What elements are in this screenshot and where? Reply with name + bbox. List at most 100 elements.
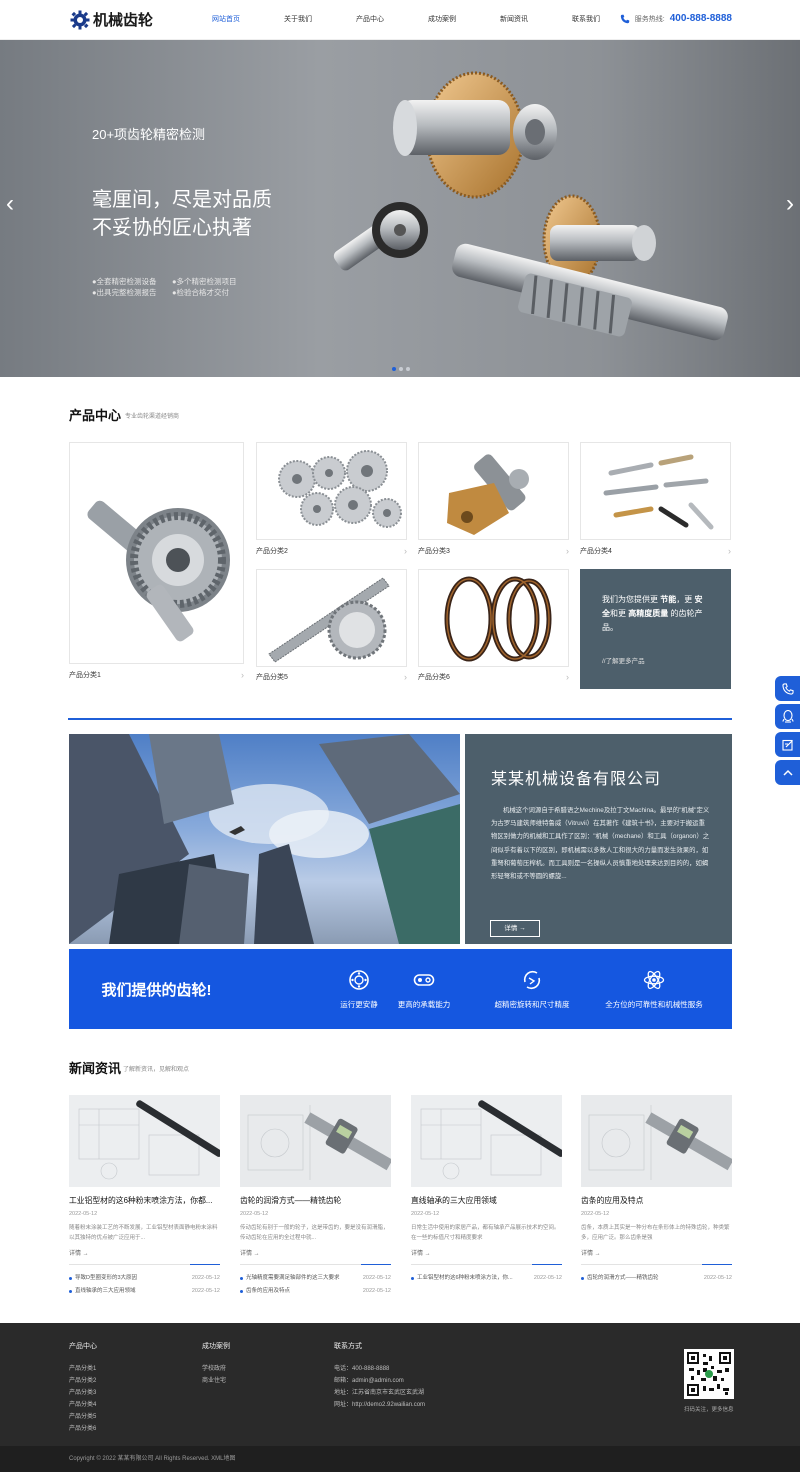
chevron-right-icon: ›	[241, 670, 244, 680]
news-image	[411, 1095, 562, 1187]
news-more-link[interactable]: 详情 →	[581, 1248, 732, 1265]
banner-feature: ●出具完整检测报告	[92, 288, 157, 297]
phone-icon	[620, 14, 629, 23]
logo[interactable]: 机械齿轮	[70, 9, 153, 30]
news-card-2[interactable]: 齿轮的润滑方式——精铣齿轮 2022-05-12 传动齿轮有别于一般的轮子，这是…	[240, 1095, 391, 1298]
product-card-2[interactable]	[256, 442, 407, 540]
news-summary: 齿条，本质上其实是一种分布在条形体上的特殊齿轮，种类繁多，应用广泛。那么齿条是强	[581, 1225, 730, 1241]
news-more-link[interactable]: 详情 →	[240, 1248, 391, 1265]
news-title-text[interactable]: 工业铝型材的这6种粉末喷涂方法，你都...	[69, 1195, 220, 1206]
product-image	[603, 454, 714, 530]
news-list-item[interactable]: 光轴精度需要满足轴部件的这三大要求 2022-05-12	[240, 1272, 391, 1285]
products-title: 产品中心	[69, 408, 122, 423]
product-promo-box: 我们为您提供更 节能，更 安全和更 高精度质量 的齿轮产品。 //了解更多产品	[580, 569, 731, 689]
news-title-text[interactable]: 直线轴承的三大应用领域	[411, 1195, 562, 1206]
features-title: 我们提供的齿轮!	[101, 981, 212, 999]
product-caption-4[interactable]: 产品分类4 ›	[580, 546, 731, 556]
copyright: Copyright © 2022 某某有限公司 All Rights Reser…	[0, 1446, 800, 1472]
nav-item-home[interactable]: 网站首页	[190, 0, 262, 40]
chevron-right-icon: ›	[404, 546, 407, 556]
footer-link[interactable]: 产品分类3	[69, 1387, 97, 1399]
feature-label: 全方位的可靠性和机械性服务	[605, 999, 703, 1009]
news-list-item[interactable]: 导致D型圈变形的3大原因 2022-05-12	[69, 1272, 220, 1285]
banner-next-arrow[interactable]: ›	[786, 190, 794, 218]
news-summary: 随着粉末涂装工艺的不断发展，工业铝型材表面静电粉末涂料以其独特的优点被广泛应用于…	[69, 1225, 218, 1241]
news-card-1[interactable]: 工业铝型材的这6种粉末喷涂方法，你都... 2022-05-12 随着粉末涂装工…	[69, 1095, 220, 1298]
float-qq-button[interactable]	[775, 704, 800, 729]
product-caption-5[interactable]: 产品分类5 ›	[256, 672, 407, 682]
product-caption-3[interactable]: 产品分类3 ›	[418, 546, 569, 556]
product-image	[278, 450, 402, 528]
gear-logo-icon	[70, 10, 90, 29]
product-card-6[interactable]	[418, 569, 569, 667]
news-more-link[interactable]: 详情 →	[411, 1248, 562, 1265]
footer-cases: 成功案例 学校政府 商业住宅	[202, 1341, 230, 1387]
back-to-top-button[interactable]	[775, 760, 800, 785]
chain-link-icon	[413, 973, 435, 986]
news-date: 2022-05-12	[69, 1211, 98, 1217]
hotline-number[interactable]: 400-888-8888	[670, 13, 732, 24]
news-list-item[interactable]: 工业铝型材的这6种粉末喷涂方法，你... 2022-05-12	[411, 1272, 562, 1285]
footer-contact-email: 邮箱：admin@admin.com	[334, 1378, 404, 1384]
banner-dot[interactable]	[392, 367, 396, 371]
feature-label: 超精密旋转和尺寸精度	[494, 999, 570, 1009]
banner-prev-arrow[interactable]: ‹	[6, 190, 14, 218]
news-list-item[interactable]: 齿轮的润滑方式——精铣齿轮 2022-05-12	[581, 1272, 732, 1285]
banner-dot[interactable]	[406, 367, 410, 371]
news-title-text[interactable]: 齿条的应用及特点	[581, 1195, 732, 1206]
news-title-text[interactable]: 齿轮的润滑方式——精铣齿轮	[240, 1195, 391, 1206]
product-card-3[interactable]	[418, 442, 569, 540]
footer-link[interactable]: 商业住宅	[202, 1375, 230, 1387]
news-title: 新闻资讯	[69, 1061, 122, 1076]
product-card-4[interactable]	[580, 442, 731, 540]
product-image	[447, 454, 529, 535]
banner-small-title: 20+项齿轮精密检测	[92, 127, 206, 142]
banner-dot[interactable]	[399, 367, 403, 371]
product-caption-6[interactable]: 产品分类6 ›	[418, 672, 569, 682]
footer-contact-phone: 电话：400-888-8888	[334, 1366, 390, 1372]
footer-link[interactable]: 产品分类2	[69, 1375, 97, 1387]
footer-contact-website[interactable]: 网址：http://demo2.92wailian.com	[334, 1399, 425, 1411]
site-footer: 产品中心 产品分类1 产品分类2 产品分类3 产品分类4 产品分类5 产品分类6…	[0, 1323, 800, 1446]
nav-item-news[interactable]: 新闻资讯	[478, 0, 550, 40]
news-date: 2022-05-12	[240, 1211, 269, 1217]
float-message-button[interactable]	[775, 732, 800, 757]
logo-text: 机械齿轮	[93, 12, 154, 29]
product-caption-1[interactable]: 产品分类1 ›	[69, 670, 244, 680]
product-name: 产品分类6	[418, 674, 450, 681]
hotline-label: 服务热线:	[634, 15, 665, 23]
hotline: 服务热线: 400-888-8888	[620, 13, 732, 24]
about-box: 某某机械设备有限公司 机械这个词源自于希腊语之Mechine及拉丁文Machin…	[465, 734, 732, 944]
footer-link[interactable]: 产品分类6	[69, 1423, 97, 1435]
nav-item-products[interactable]: 产品中心	[334, 0, 406, 40]
atom-icon	[643, 970, 665, 989]
product-caption-2[interactable]: 产品分类2 ›	[256, 546, 407, 556]
news-card-4[interactable]: 齿条的应用及特点 2022-05-12 齿条，本质上其实是一种分布在条形体上的特…	[581, 1095, 732, 1285]
news-card-3[interactable]: 直线轴承的三大应用领域 2022-05-12 日常生活中使用的家居产品，都有轴承…	[411, 1095, 562, 1285]
site-header: 机械齿轮 网站首页 关于我们 产品中心 成功案例 新闻资讯 联系我们 服务热线:…	[0, 0, 800, 40]
product-card-5[interactable]	[256, 569, 407, 667]
promo-more-link[interactable]: //了解更多产品	[602, 655, 709, 665]
product-card-1[interactable]	[69, 442, 244, 664]
bearing-icon	[349, 969, 369, 990]
nav-item-contact[interactable]: 联系我们	[550, 0, 622, 40]
nav-item-cases[interactable]: 成功案例	[406, 0, 478, 40]
main-nav: 网站首页 关于我们 产品中心 成功案例 新闻资讯 联系我们	[190, 0, 622, 40]
footer-link[interactable]: 产品分类1	[69, 1363, 97, 1375]
footer-link[interactable]: 学校政府	[202, 1363, 230, 1375]
nav-item-about[interactable]: 关于我们	[262, 0, 334, 40]
news-date: 2022-05-12	[581, 1211, 610, 1217]
features-bar: 我们提供的齿轮! 运行更安静 更高的承载能力 超精密旋转和尺寸精度 全方位的可靠…	[69, 949, 732, 1029]
news-list-item[interactable]: 直线轴承的三大应用领域 2022-05-12	[69, 1285, 220, 1298]
about-detail-button[interactable]: 详情 →	[490, 920, 540, 937]
news-list-item[interactable]: 齿条的应用及特点 2022-05-12	[240, 1285, 391, 1298]
news-more-link[interactable]: 详情 →	[69, 1248, 220, 1265]
footer-contact-address: 地址：江苏省南京市玄武区玄武湖	[334, 1390, 425, 1396]
product-name: 产品分类4	[580, 548, 612, 555]
banner-headline-1: 毫厘间，尽是对品质	[92, 189, 272, 211]
banner-feature: ●检验合格才交付	[172, 288, 230, 297]
precision-rotate-icon	[523, 970, 541, 989]
footer-link[interactable]: 产品分类5	[69, 1411, 97, 1423]
footer-link[interactable]: 产品分类4	[69, 1399, 97, 1411]
float-phone-button[interactable]	[775, 676, 800, 701]
